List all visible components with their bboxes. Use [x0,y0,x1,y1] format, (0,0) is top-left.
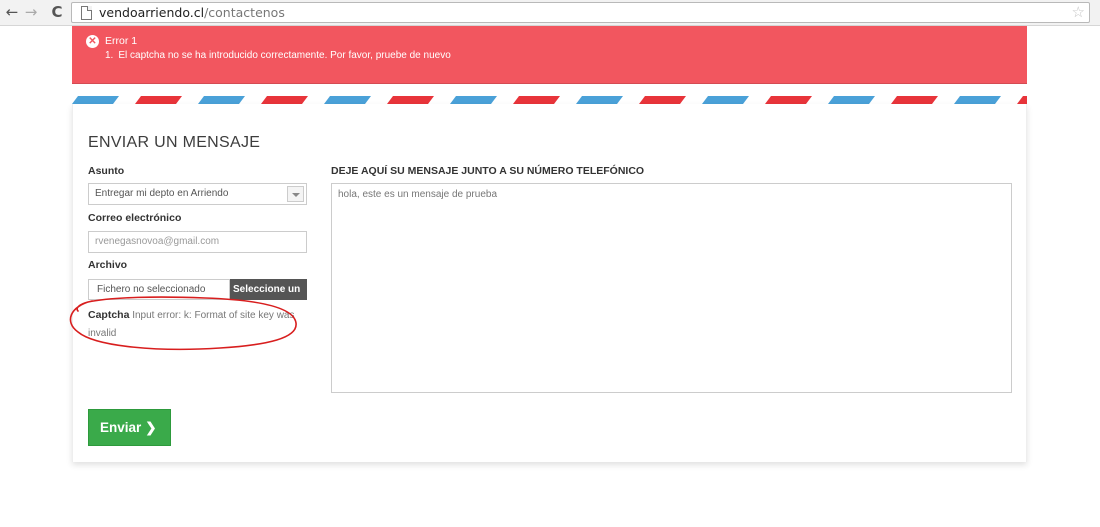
stripe-segment [765,96,812,104]
url-path: /contactenos [204,5,285,20]
email-value: rvenegasnovoa@gmail.com [95,236,220,247]
stripe-segment [72,96,119,104]
stripe-segment [513,96,560,104]
message-textarea[interactable]: hola, este es un mensaje de prueba [331,183,1012,393]
stripe-segment [954,96,1001,104]
stripe-segment [639,96,686,104]
send-label: Enviar [100,420,142,435]
page-icon [81,6,92,20]
stripe-segment [891,96,938,104]
form-title: ENVIAR UN MENSAJE [88,134,261,151]
airmail-stripe [72,96,1027,104]
chevron-right-icon: ❯ [145,420,157,435]
error-item-number: 1. [105,50,114,61]
error-message: 1. El captcha no se ha introducido correc… [105,50,451,61]
error-banner: ✕ Error 1 1. El captcha no se ha introduc… [72,26,1027,84]
stripe-segment [450,96,497,104]
stripe-segment [828,96,875,104]
stripe-segment [576,96,623,104]
stripe-segment [387,96,434,104]
bookmark-star-icon[interactable]: ☆ [1072,3,1085,21]
error-title: Error 1 [105,35,138,47]
subject-label: Asunto [88,165,125,177]
email-label: Correo electrónico [88,212,182,224]
chevron-down-icon[interactable] [287,186,304,202]
stripe-segment [1017,96,1027,104]
captcha-error: Captcha Input error: k: Format of site k… [88,306,303,343]
stripe-segment [261,96,308,104]
back-arrow-icon[interactable]: ← [3,3,21,21]
reload-icon[interactable]: C [48,3,66,21]
browser-toolbar: ← → C vendoarriendo.cl/contactenos ☆ [0,0,1100,26]
url-domain: vendoarriendo.cl [99,5,205,20]
message-value: hola, este es un mensaje de prueba [338,189,497,200]
subject-value: Entregar mi depto en Arriendo [95,188,229,199]
stripe-segment [324,96,371,104]
address-bar[interactable]: vendoarriendo.cl/contactenos ☆ [71,2,1090,23]
url-text: vendoarriendo.cl/contactenos [99,5,285,20]
subject-select[interactable]: Entregar mi depto en Arriendo [88,183,307,205]
error-close-icon: ✕ [86,35,99,48]
stripe-segment [135,96,182,104]
file-label: Archivo [88,259,128,271]
captcha-label: Captcha [88,309,130,321]
message-label: DEJE AQUÍ SU MENSAJE JUNTO A SU NÚMERO T… [331,165,645,177]
error-message-text: El captcha no se ha introducido correcta… [118,50,451,61]
forward-arrow-icon[interactable]: → [22,3,40,21]
stripe-segment [198,96,245,104]
file-status: Fichero no seleccionado [88,279,230,300]
send-button[interactable]: Enviar ❯ [88,409,171,446]
stripe-segment [702,96,749,104]
file-select-button[interactable]: Seleccione un [230,279,307,300]
email-field[interactable]: rvenegasnovoa@gmail.com [88,231,307,253]
